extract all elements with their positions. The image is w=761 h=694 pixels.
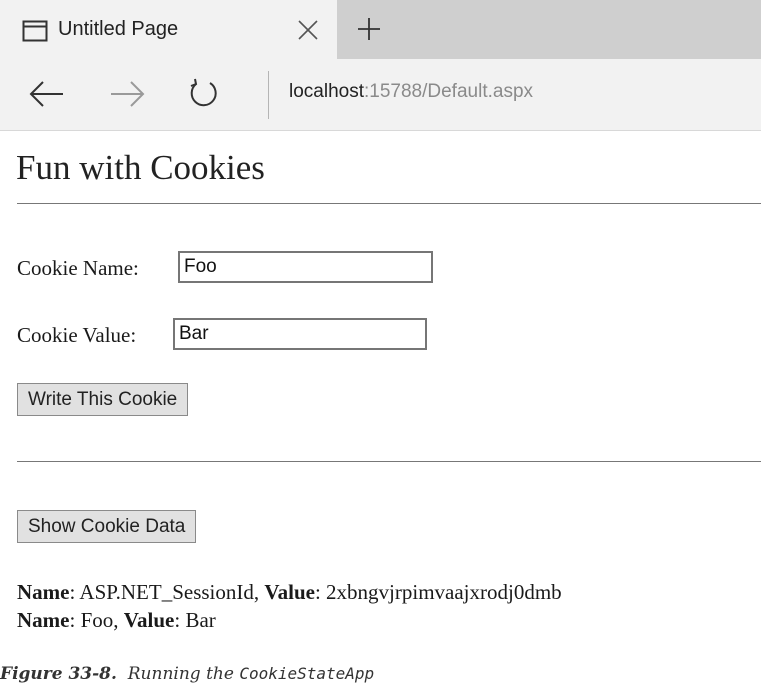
page-icon [22, 20, 48, 42]
cookie-value: Bar [185, 608, 216, 632]
browser-tab[interactable]: Untitled Page [0, 0, 337, 59]
caption-text: Running the [127, 664, 234, 684]
value-label: Value [264, 580, 315, 604]
cookie-entry: Name: ASP.NET_SessionId, Value: 2xbngvjr… [17, 580, 562, 604]
cookie-name: Foo [80, 608, 114, 632]
refresh-icon[interactable] [184, 76, 224, 112]
name-label: Name [17, 580, 70, 604]
caption-app-name: CookieStateApp [239, 664, 375, 683]
cookie-name: ASP.NET_SessionId [79, 580, 254, 604]
write-cookie-button[interactable]: Write This Cookie [17, 383, 189, 416]
back-arrow-icon[interactable] [27, 76, 67, 112]
divider [17, 461, 761, 462]
close-icon[interactable] [296, 18, 320, 42]
name-label: Name [17, 608, 70, 632]
url-field[interactable]: localhost:15788/Default.aspx [289, 81, 533, 103]
new-tab-icon[interactable] [356, 16, 382, 42]
cookie-name-input[interactable] [178, 251, 433, 283]
toolbar-separator [268, 71, 269, 119]
cookie-entry: Name: Foo, Value: Bar [17, 608, 216, 632]
tab-bar: Untitled Page [0, 0, 761, 59]
show-cookie-data-button[interactable]: Show Cookie Data [17, 510, 197, 543]
forward-arrow-icon[interactable] [107, 76, 147, 112]
cookie-value: 2xbngvjrpimvaajxrodj0dmb [326, 580, 562, 604]
cookie-value-label: Cookie Value: [17, 323, 137, 347]
tab-title: Untitled Page [58, 18, 179, 40]
address-bar: localhost:15788/Default.aspx [0, 59, 761, 131]
page-title: Fun with Cookies [16, 148, 265, 187]
cookie-value-input[interactable] [173, 318, 427, 350]
cookie-name-label: Cookie Name: [17, 256, 139, 280]
figure-number: Figure 33-8. [0, 664, 117, 684]
url-path: :15788/Default.aspx [364, 81, 534, 102]
figure-caption: Figure 33-8. Running the CookieStateApp [0, 664, 374, 684]
value-label: Value [123, 608, 175, 632]
divider [17, 203, 761, 204]
url-host: localhost [289, 81, 364, 102]
